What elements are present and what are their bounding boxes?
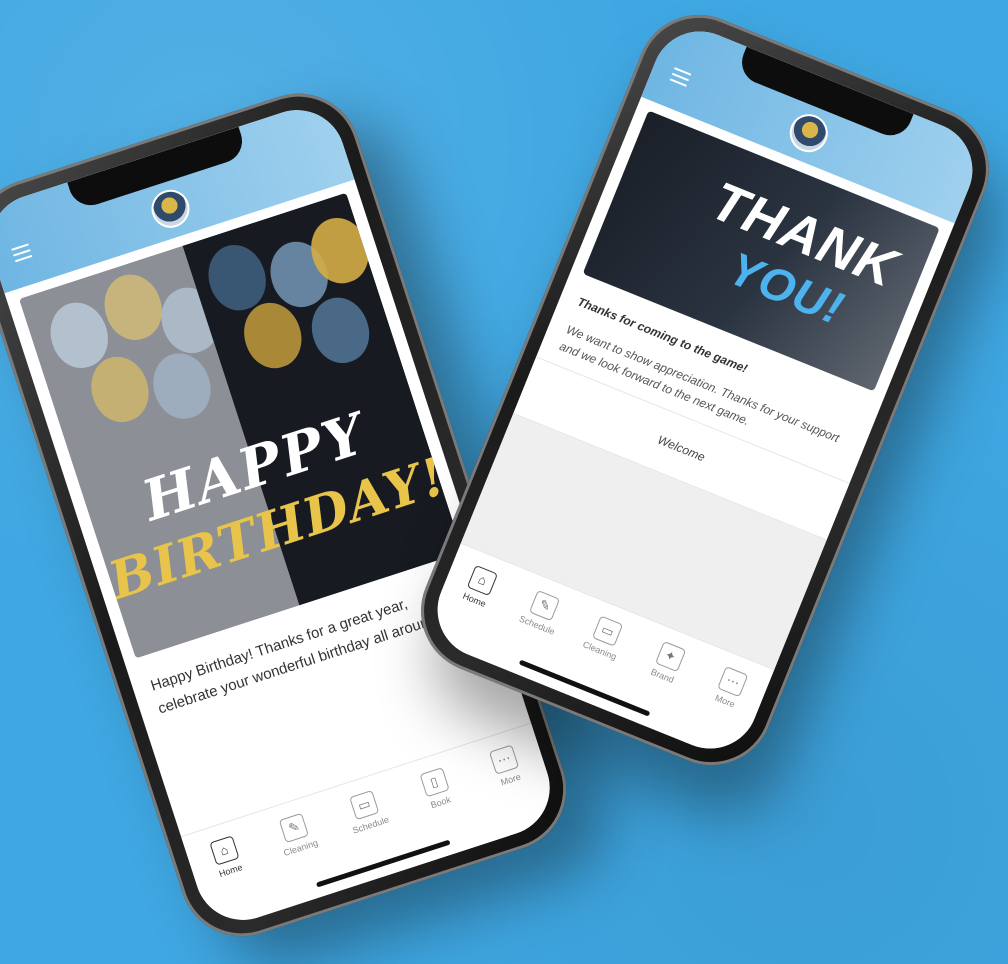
more-icon: ⋯	[717, 666, 749, 698]
tab-home[interactable]: ⌂ Home	[445, 558, 515, 616]
team-logo-icon	[784, 108, 834, 158]
book-icon: ▯	[419, 767, 450, 798]
tab-schedule[interactable]: ✎ Schedule	[507, 583, 577, 641]
signature-text: Welcome	[655, 432, 708, 465]
tab-cleaning[interactable]: ✎ Cleaning	[262, 807, 331, 862]
tab-more[interactable]: ⋯ More	[695, 659, 765, 717]
more-icon: ⋯	[489, 744, 520, 775]
team-logo-icon	[146, 184, 195, 233]
tab-book[interactable]: ▯ Book	[402, 762, 471, 817]
tab-more[interactable]: ⋯ More	[472, 739, 541, 794]
cleaning-icon: ✎	[279, 812, 310, 843]
tab-label: More	[499, 771, 523, 788]
menu-icon[interactable]	[11, 243, 33, 263]
balloon	[144, 345, 219, 426]
home-icon: ⌂	[209, 835, 240, 866]
brand-icon: ✦	[654, 640, 686, 673]
home-icon: ⌂	[466, 564, 498, 597]
schedule-icon: ✎	[529, 590, 561, 622]
tab-schedule[interactable]: ▭ Schedule	[332, 784, 401, 839]
tab-brand[interactable]: ✦ Brand	[633, 634, 703, 692]
tab-label: More	[713, 692, 737, 710]
cleaning-icon: ▭	[591, 615, 624, 647]
tab-home[interactable]: ⌂ Home	[192, 830, 261, 885]
tab-label: Book	[429, 794, 453, 811]
tab-cleaning[interactable]: ▭ Cleaning	[570, 609, 640, 667]
schedule-icon: ▭	[349, 789, 380, 821]
tab-label: Home	[217, 862, 244, 880]
menu-icon[interactable]	[669, 67, 692, 87]
